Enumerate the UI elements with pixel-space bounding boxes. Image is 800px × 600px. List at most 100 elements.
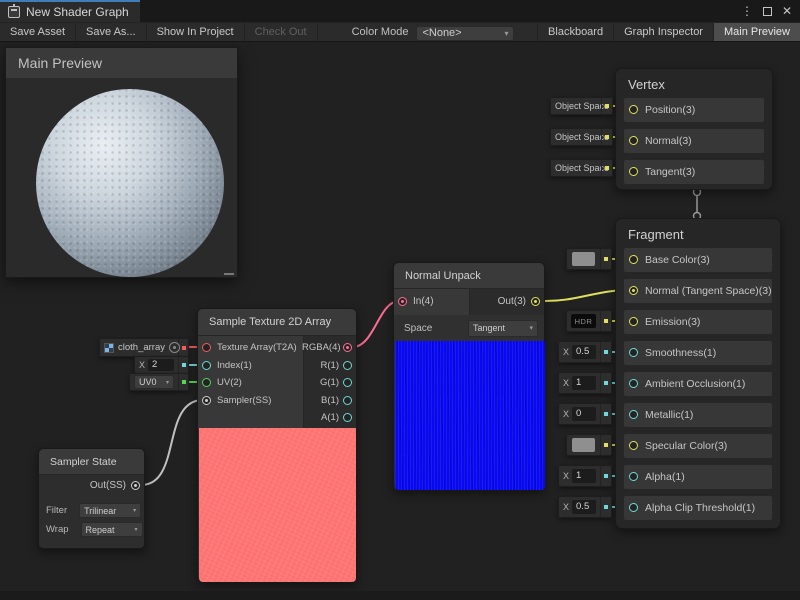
blackboard-button[interactable]: Blackboard: [537, 23, 613, 41]
show-in-project-button[interactable]: Show In Project: [147, 23, 245, 41]
sampler-state-node[interactable]: Sampler State Out(SS) Filter Trilinear ▾…: [38, 448, 145, 549]
specular-color-label: Specular Color(3): [624, 434, 772, 458]
uv-channel-dropdown[interactable]: UV0 ▾: [134, 375, 174, 389]
value-out-port[interactable]: [600, 404, 611, 424]
smoothness-value-field[interactable]: 0.5: [572, 345, 596, 359]
out-slot: Out(3): [468, 289, 544, 315]
out-ss-label: Out(SS): [90, 480, 126, 491]
toolbar-right-group: Blackboard Graph Inspector Main Preview: [537, 23, 800, 41]
a-label: A(1): [321, 412, 339, 423]
preview-toggle-icon[interactable]: [169, 342, 180, 353]
x-label: X: [563, 409, 569, 419]
vertex-node-title: Vertex: [616, 69, 772, 98]
main-preview-panel-header[interactable]: Main Preview: [6, 48, 237, 78]
normal-unpack-node[interactable]: Normal Unpack In(4) Out(3) Space Tangent…: [393, 262, 545, 490]
rgba-port[interactable]: [343, 343, 352, 352]
metallic-value-field[interactable]: 0: [572, 407, 596, 421]
emission-value-node: HDR: [566, 310, 612, 332]
fragment-node[interactable]: Fragment Base Color(3) Normal (Tangent S…: [615, 218, 781, 529]
color-mode-label: Color Mode: [344, 23, 417, 41]
value-out-port[interactable]: [600, 497, 611, 517]
sampler-port[interactable]: [202, 396, 211, 405]
color-swatch[interactable]: [572, 438, 595, 452]
index-value-field[interactable]: 2: [148, 359, 174, 371]
sampler-state-title: Sampler State: [39, 449, 144, 475]
value-out-port[interactable]: [600, 373, 611, 393]
object-space-node[interactable]: Object Space: [550, 97, 613, 115]
color-swatch[interactable]: [572, 252, 595, 266]
space-dropdown[interactable]: Tangent ▾: [468, 320, 538, 337]
in-port[interactable]: [398, 297, 407, 306]
emission-port[interactable]: [629, 317, 638, 326]
preview-sphere[interactable]: [36, 89, 224, 277]
index-value-node: X 2: [134, 356, 189, 374]
value-out-port[interactable]: [600, 311, 611, 331]
value-out-port[interactable]: [600, 342, 611, 362]
index-port[interactable]: [202, 361, 211, 370]
position-port[interactable]: [629, 105, 638, 114]
r-port[interactable]: [343, 361, 352, 370]
value-out-port[interactable]: [600, 435, 611, 455]
graph-inspector-button[interactable]: Graph Inspector: [613, 23, 713, 41]
g-label: G(1): [320, 377, 339, 388]
uv-port[interactable]: [202, 378, 211, 387]
in-label: In(4): [413, 296, 434, 307]
hdr-color-swatch[interactable]: HDR: [571, 314, 596, 328]
value-out-port[interactable]: [178, 374, 188, 390]
chevron-down-icon: ▾: [166, 379, 169, 386]
cloth-array-property-node[interactable]: cloth_array: [99, 338, 189, 357]
normal-port[interactable]: [629, 136, 638, 145]
chevron-down-icon: ▾: [504, 29, 508, 38]
object-space-out-port[interactable]: [601, 129, 612, 145]
normal-tangent-space-port[interactable]: [629, 286, 638, 295]
alpha-value-field[interactable]: 1: [572, 469, 596, 483]
edge-samplerstate: [141, 400, 203, 485]
g-port[interactable]: [343, 378, 352, 387]
sample-texture-2d-array-node[interactable]: Sample Texture 2D Array Texture Array(T2…: [197, 308, 357, 582]
value-out-port[interactable]: [600, 249, 611, 269]
tab-new-shader-graph[interactable]: New Shader Graph: [0, 0, 140, 22]
normal-unpack-title: Normal Unpack: [394, 263, 544, 289]
main-preview-button[interactable]: Main Preview: [713, 23, 800, 41]
fragment-slot-specular-color: Specular Color(3): [624, 434, 772, 458]
alpha-port[interactable]: [629, 472, 638, 481]
out-port[interactable]: [531, 297, 540, 306]
color-mode-dropdown[interactable]: <None> ▾: [416, 26, 514, 41]
maximize-icon[interactable]: [763, 7, 772, 16]
object-space-node[interactable]: Object Space: [550, 128, 613, 146]
save-as-button[interactable]: Save As...: [76, 23, 147, 41]
vertex-node[interactable]: Vertex Position(3) Normal(3) Tangent(3): [615, 68, 773, 190]
metallic-port[interactable]: [629, 410, 638, 419]
sample-texture-node-title: Sample Texture 2D Array: [198, 309, 356, 336]
texture-array-port[interactable]: [202, 343, 211, 352]
texture-preview-blue: [395, 341, 545, 490]
b-port[interactable]: [343, 396, 352, 405]
object-space-out-port[interactable]: [601, 160, 612, 176]
graph-canvas[interactable]: Main Preview Vertex Position(3) Normal(3…: [0, 42, 800, 600]
wrap-dropdown[interactable]: Repeat ▾: [81, 522, 143, 537]
out-ss-port[interactable]: [131, 481, 140, 490]
smoothness-port[interactable]: [629, 348, 638, 357]
save-asset-button[interactable]: Save Asset: [0, 23, 76, 41]
metallic-value-node: X 0: [558, 403, 612, 425]
metallic-label: Metallic(1): [624, 403, 772, 427]
value-out-port[interactable]: [600, 466, 611, 486]
panel-resize-handle[interactable]: [224, 270, 234, 275]
fragment-slot-emission: Emission(3): [624, 310, 772, 334]
alpha-clip-value-field[interactable]: 0.5: [572, 500, 596, 514]
check-out-button[interactable]: Check Out: [245, 23, 318, 41]
ambient-occlusion-port[interactable]: [629, 379, 638, 388]
base-color-port[interactable]: [629, 255, 638, 264]
a-port[interactable]: [343, 413, 352, 422]
ambient-occlusion-value-field[interactable]: 1: [572, 376, 596, 390]
alpha-clip-threshold-port[interactable]: [629, 503, 638, 512]
object-space-node[interactable]: Object Space: [550, 159, 613, 177]
filter-dropdown[interactable]: Trilinear ▾: [79, 503, 141, 518]
value-out-port[interactable]: [178, 357, 188, 373]
menu-icon[interactable]: ⋮: [741, 5, 753, 17]
tangent-port[interactable]: [629, 167, 638, 176]
object-space-out-port[interactable]: [601, 98, 612, 114]
close-icon[interactable]: ✕: [782, 5, 792, 17]
filter-row: Filter Trilinear ▾: [39, 501, 144, 520]
specular-color-port[interactable]: [629, 441, 638, 450]
